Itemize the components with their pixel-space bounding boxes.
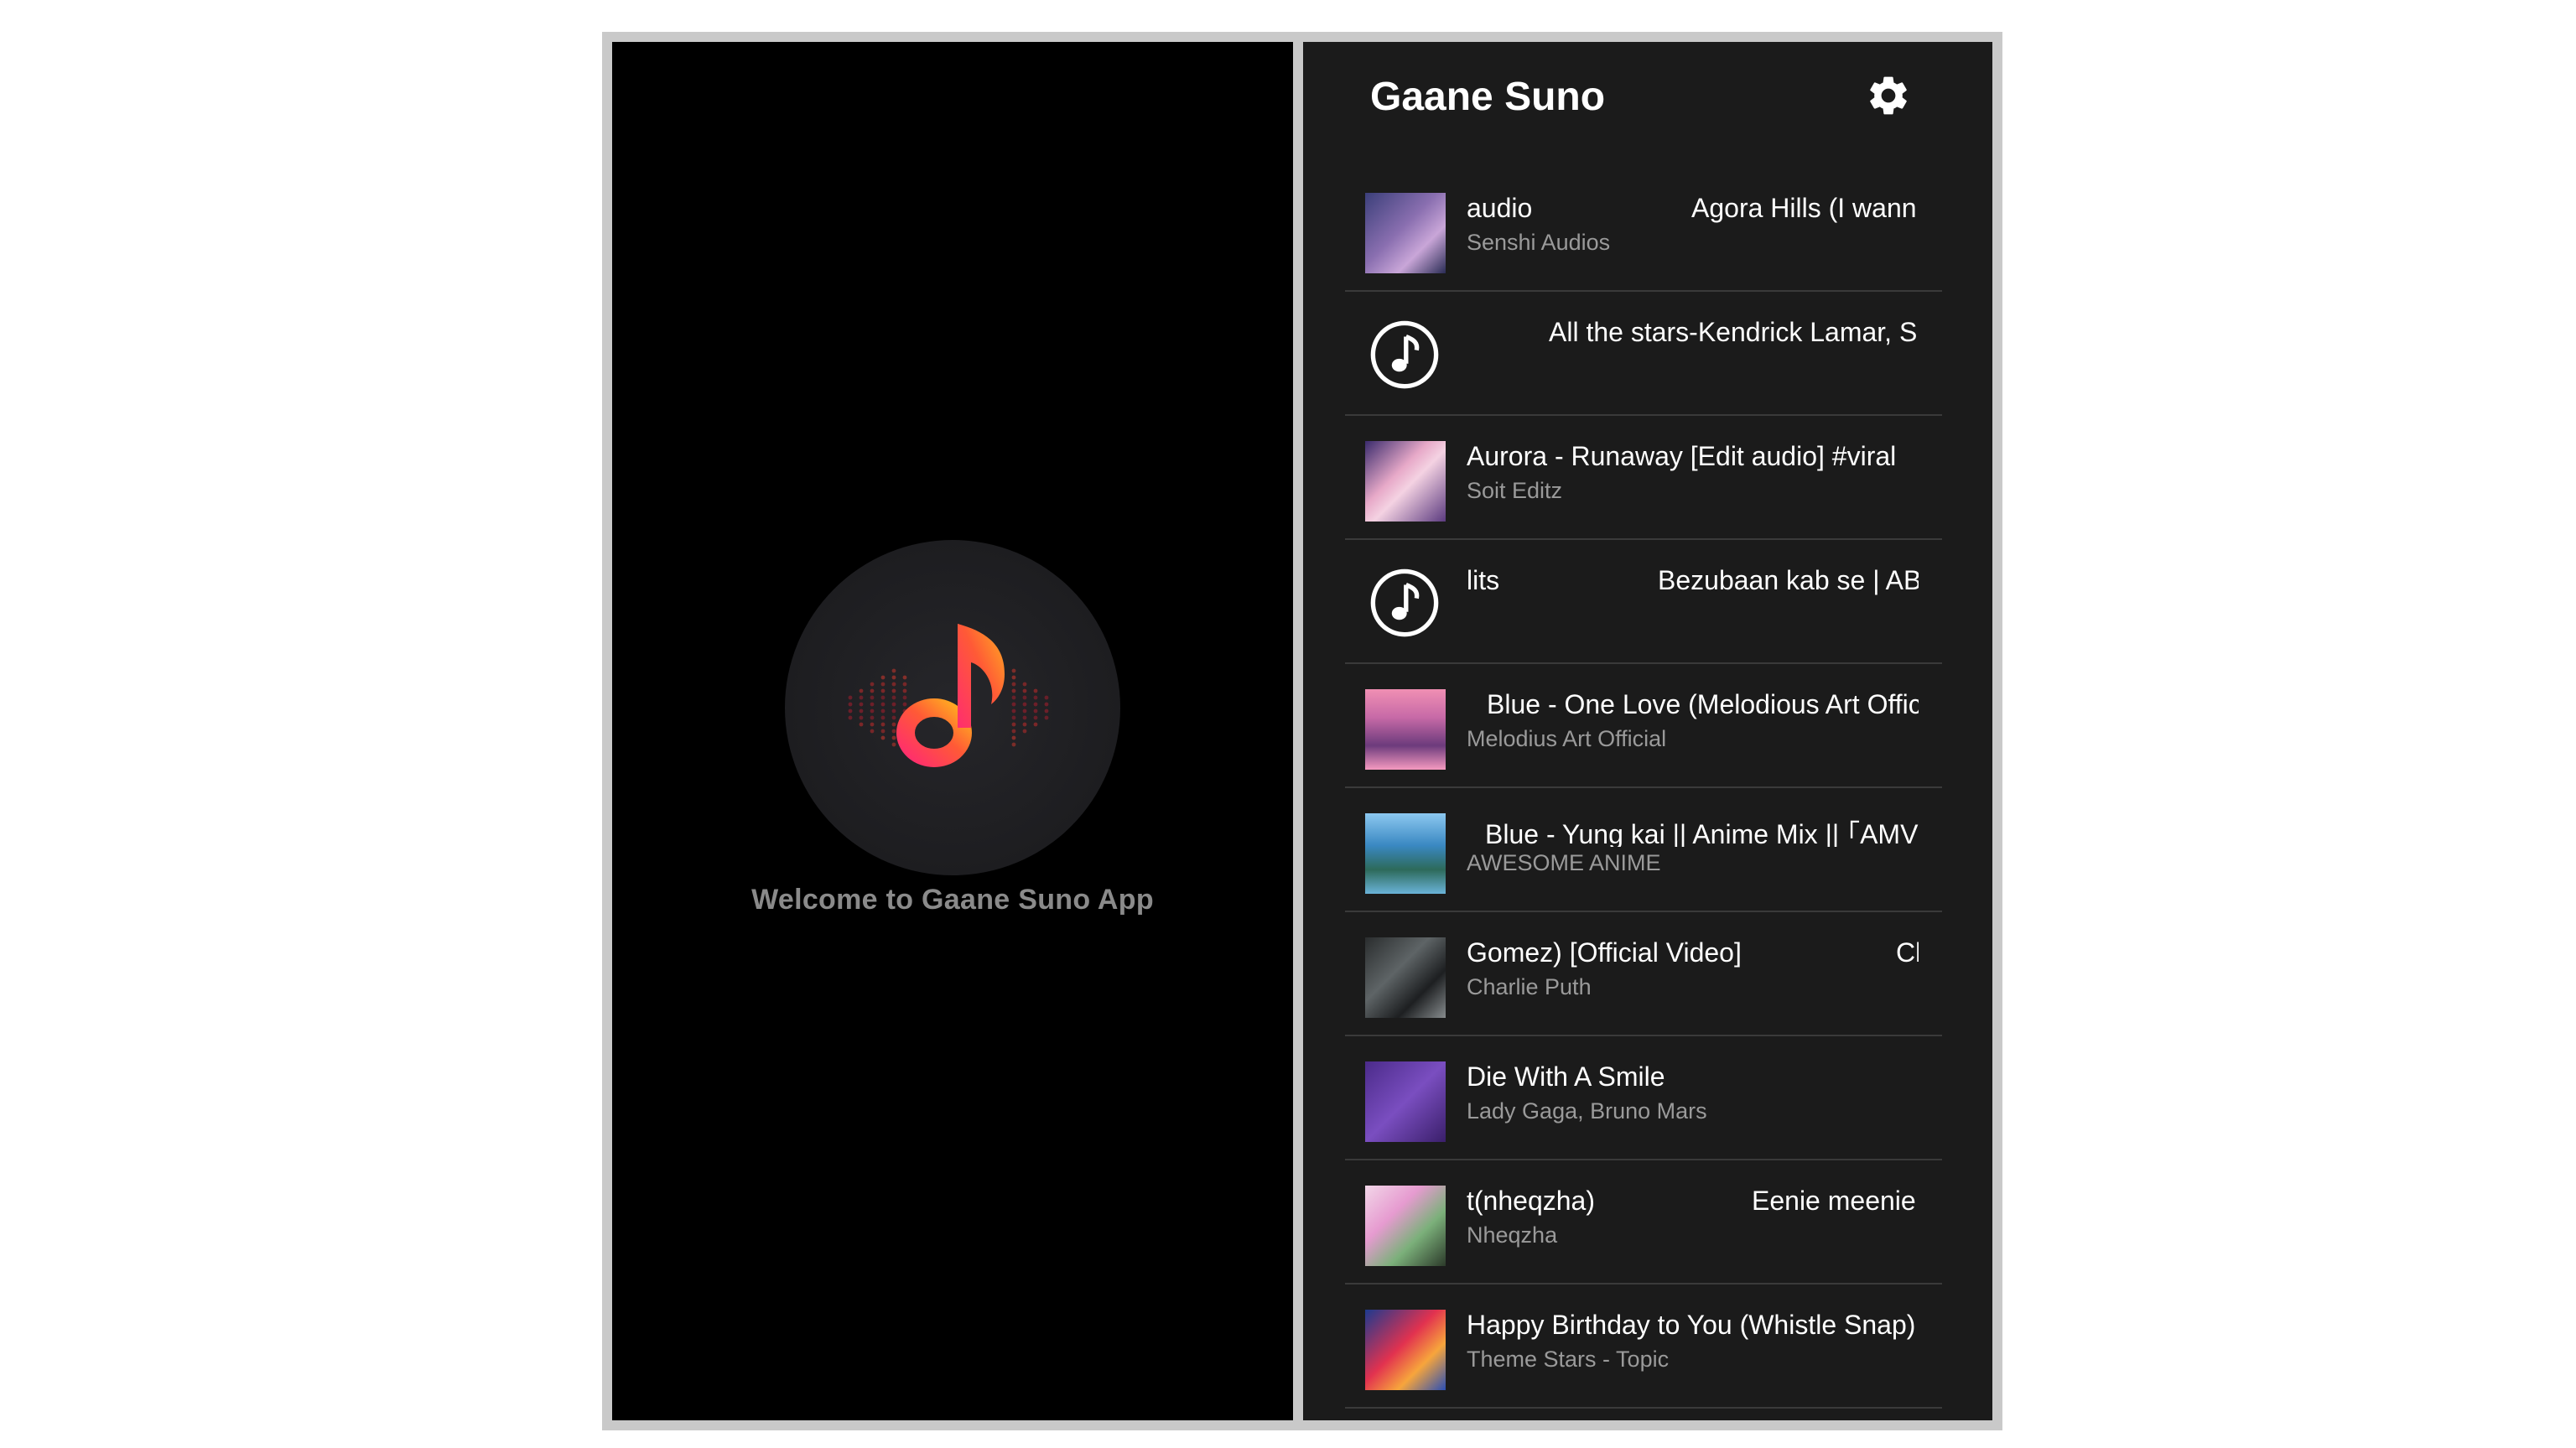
song-title-text: Happy Birthday to You (Whistle Snap) xyxy=(1467,1310,1916,1340)
song-artist: AWESOME ANIME xyxy=(1467,850,1661,875)
song-list-screen: Gaane Suno audio Agora Hills (I wann Sensh… xyxy=(1303,42,1992,1420)
song-title-text: Gomez) [Official Video] xyxy=(1467,937,1742,968)
song-row[interactable]: Aurora - Runaway [Edit audio] #viral Soit… xyxy=(1345,416,1942,540)
song-artist: Charlie Puth xyxy=(1467,974,1592,999)
song-title: Aurora - Runaway [Edit audio] #viral xyxy=(1467,441,1919,475)
song-artist: Nheqzha xyxy=(1467,1222,1558,1248)
song-thumbnail xyxy=(1365,1186,1446,1266)
song-row[interactable]: Blue - Yung kai || Anime Mix || ｢AMV｣ AWE… xyxy=(1345,788,1942,912)
song-title: lits Bezubaan kab se | AB xyxy=(1467,565,1919,599)
song-title: Blue - One Love (Melodious Art Offic xyxy=(1467,689,1919,723)
song-title-text: Agora Hills (I wann xyxy=(1691,193,1917,223)
song-title-text: t(nheqzha) xyxy=(1467,1186,1595,1216)
song-title-text: Blue - Yung kai || Anime Mix || ｢AMV｣ xyxy=(1485,819,1919,847)
song-row[interactable]: audio Agora Hills (I wann Senshi Audios xyxy=(1345,168,1942,292)
gear-icon[interactable] xyxy=(1865,72,1912,119)
song-title: All the stars-Kendrick Lamar, S xyxy=(1467,317,1919,350)
song-thumbnail xyxy=(1365,193,1446,273)
song-title-text: audio xyxy=(1467,193,1533,223)
song-row[interactable]: lits Bezubaan kab se | AB xyxy=(1345,540,1942,664)
song-artist: Lady Gaga, Bruno Mars xyxy=(1467,1098,1707,1124)
song-title: Happy Birthday to You (Whistle Snap) xyxy=(1467,1310,1919,1343)
song-thumbnail xyxy=(1365,1310,1446,1390)
song-thumbnail xyxy=(1365,813,1446,894)
song-row[interactable]: t(nheqzha) Eenie meenie Nheqzha xyxy=(1345,1160,1942,1285)
song-thumbnail xyxy=(1365,441,1446,522)
song-title-text: lits xyxy=(1467,565,1500,595)
app-title: Gaane Suno xyxy=(1370,75,1606,119)
song-title-text: Eenie meenie xyxy=(1752,1186,1916,1216)
song-title-text: Blue - One Love (Melodious Art Offic xyxy=(1487,689,1919,719)
song-row[interactable]: All the stars-Kendrick Lamar, S xyxy=(1345,292,1942,416)
song-title: audio Agora Hills (I wann xyxy=(1467,193,1919,226)
song-artist: Senshi Audios xyxy=(1467,230,1611,255)
music-note-icon xyxy=(848,624,1049,767)
music-note-icon xyxy=(1370,320,1439,389)
song-artist: Melodius Art Official xyxy=(1467,726,1667,751)
song-row[interactable]: Blue - One Love (Melodious Art Offic Melo… xyxy=(1345,664,1942,788)
song-thumbnail xyxy=(1365,937,1446,1018)
song-title-text: Die With A Smile xyxy=(1467,1061,1665,1092)
song-title-text: Bezubaan kab se | AB xyxy=(1658,565,1919,595)
splash-screen: Welcome to Gaane Suno App xyxy=(612,42,1293,1420)
song-list: audio Agora Hills (I wann Senshi Audios All… xyxy=(1345,168,1942,1409)
song-thumbnail xyxy=(1365,1061,1446,1142)
song-title: Blue - Yung kai || Anime Mix || ｢AMV｣ xyxy=(1467,813,1919,847)
app-logo xyxy=(785,540,1120,875)
welcome-text: Welcome to Gaane Suno App xyxy=(751,884,1154,916)
song-thumbnail xyxy=(1365,689,1446,770)
music-note-icon xyxy=(1370,568,1439,637)
song-title: Die With A Smile xyxy=(1467,1061,1919,1095)
song-title-text: All the stars-Kendrick Lamar, S xyxy=(1549,317,1918,347)
song-title-text: Aurora - Runaway [Edit audio] #viral xyxy=(1467,441,1897,471)
song-artist: Soit Editz xyxy=(1467,478,1563,503)
song-row[interactable]: Die With A Smile Lady Gaga, Bruno Mars xyxy=(1345,1036,1942,1160)
song-row[interactable]: Happy Birthday to You (Whistle Snap) Them… xyxy=(1345,1285,1942,1409)
song-title: t(nheqzha) Eenie meenie xyxy=(1467,1186,1919,1219)
song-title: Gomez) [Official Video] Cl xyxy=(1467,937,1919,971)
song-title-text: Cl xyxy=(1896,937,1919,968)
device-frame: Welcome to Gaane Suno App Gaane Suno aud… xyxy=(602,32,2002,1430)
song-row[interactable]: Gomez) [Official Video] Cl Charlie Puth xyxy=(1345,912,1942,1036)
song-artist: Theme Stars - Topic xyxy=(1467,1347,1670,1372)
